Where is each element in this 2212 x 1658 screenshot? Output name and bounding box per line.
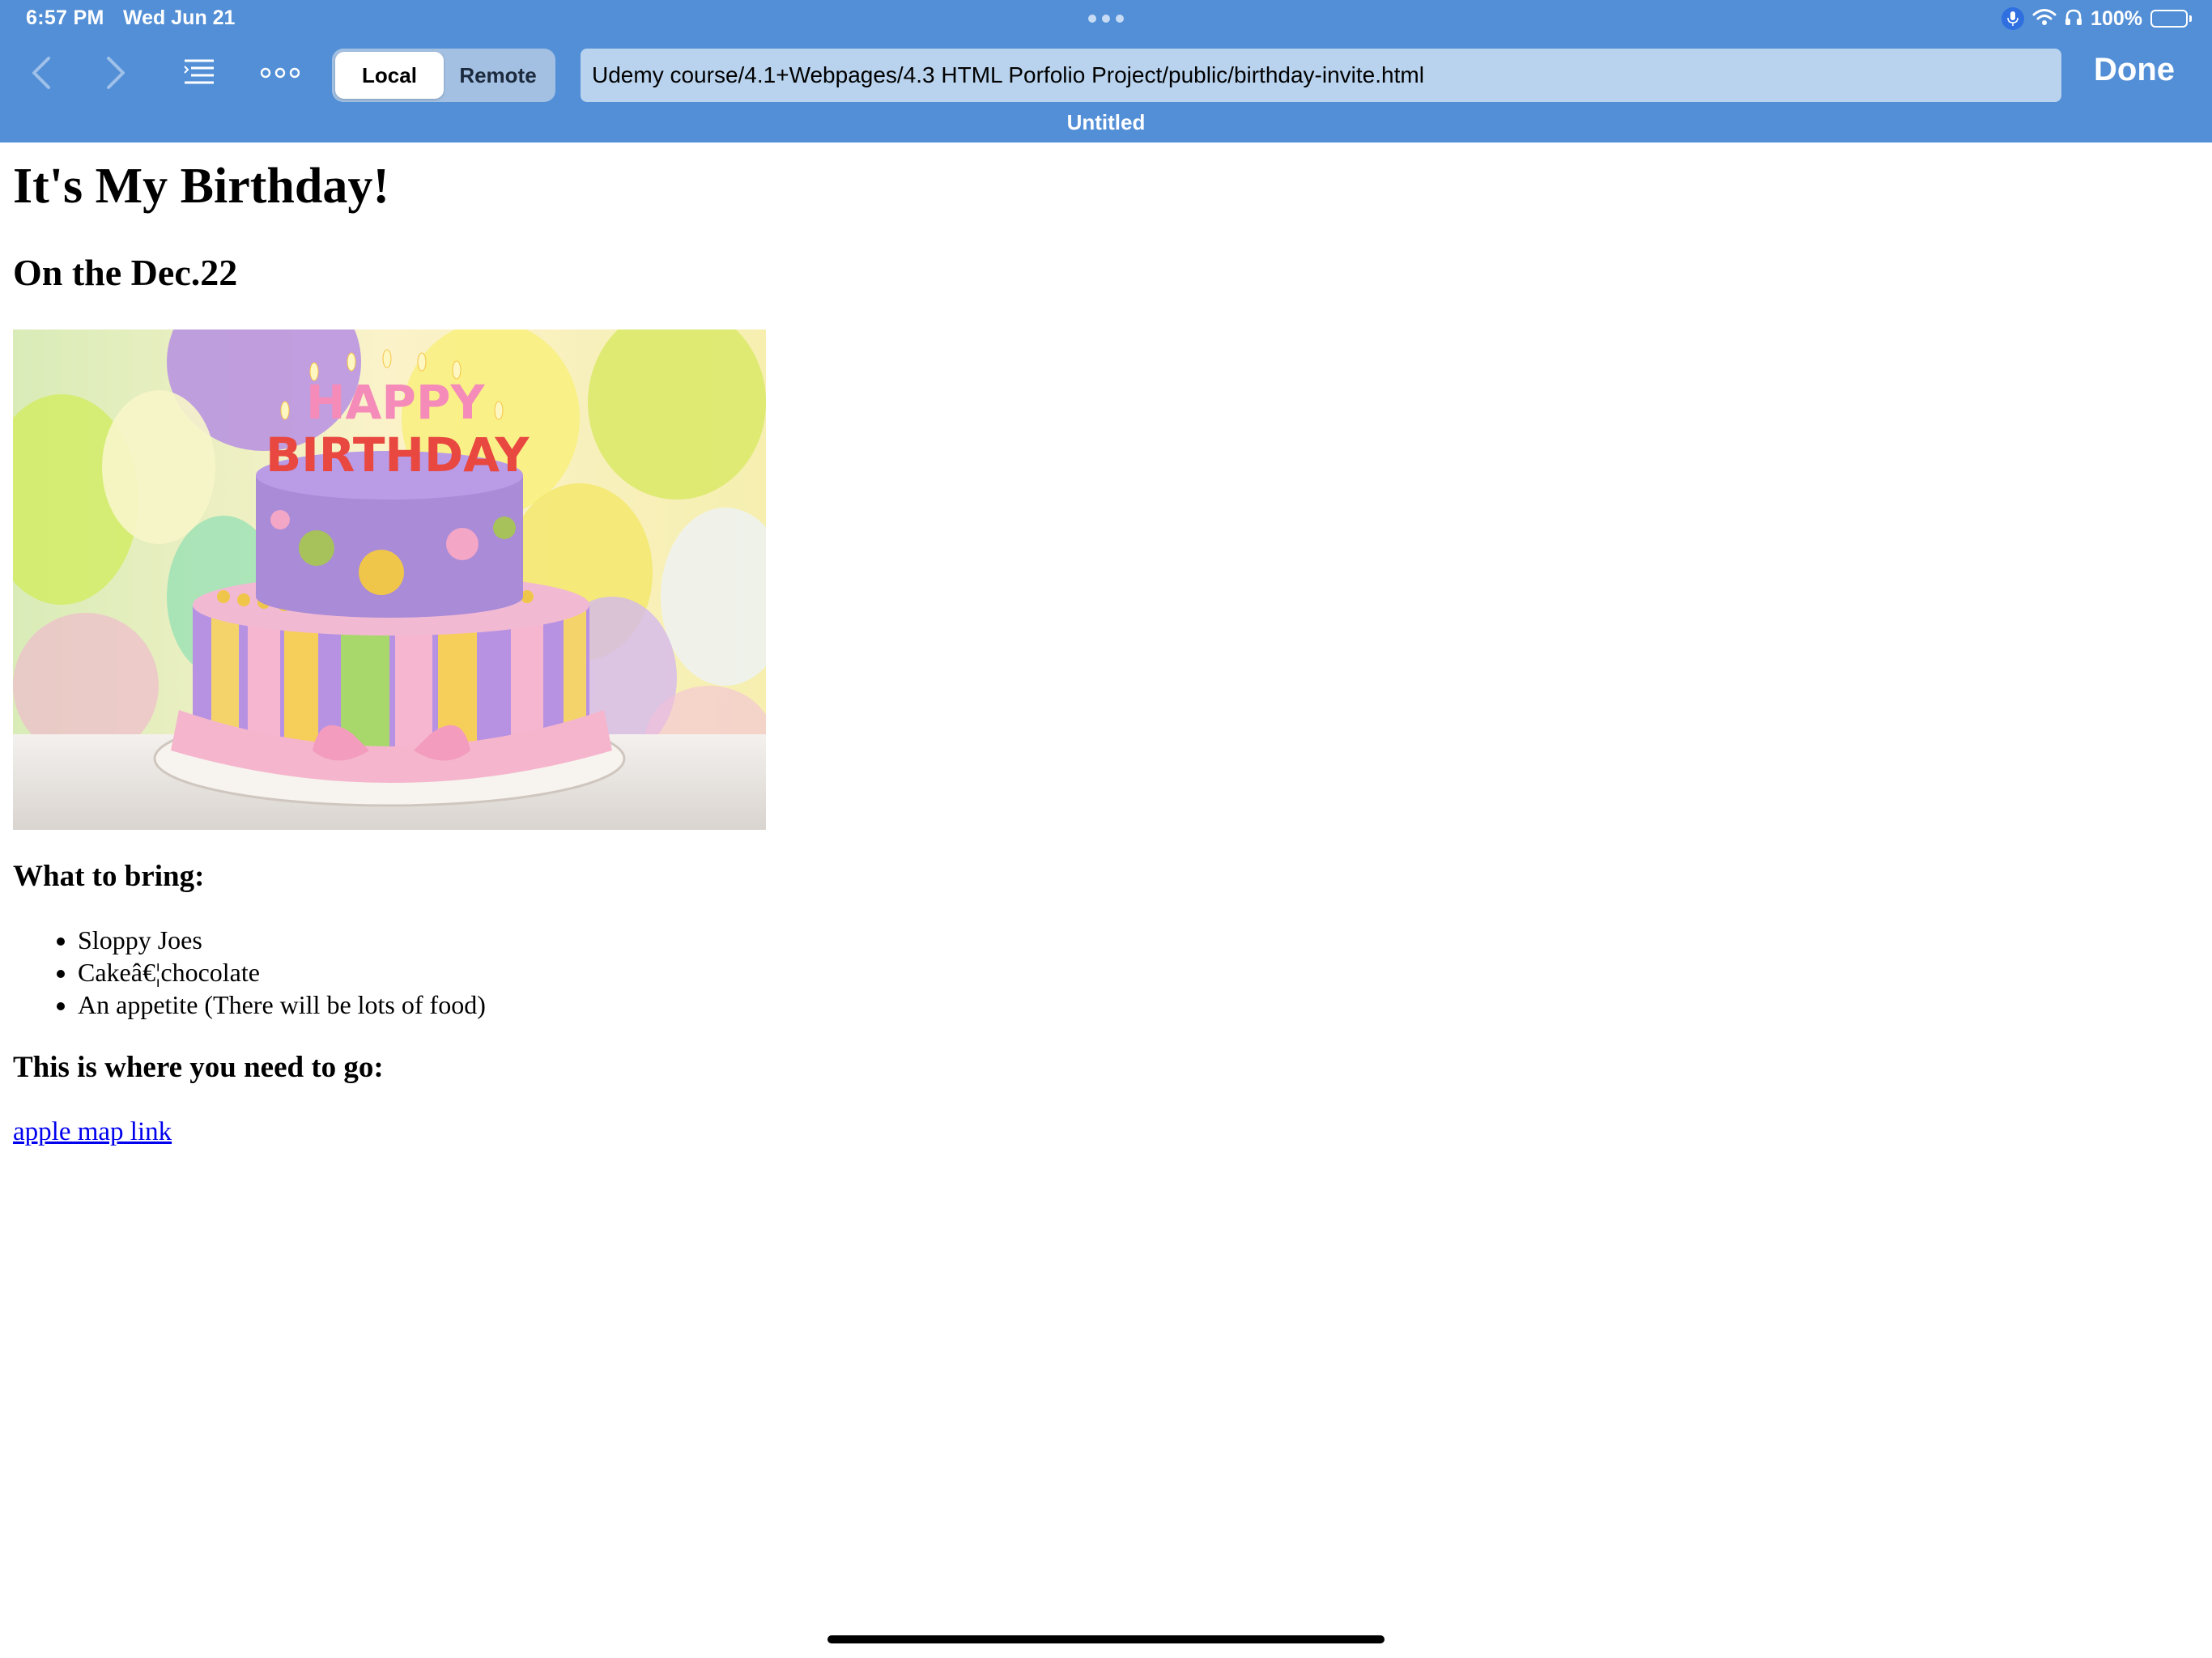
done-button[interactable]: Done: [2094, 52, 2175, 88]
list-item: Cakeâ€¦chocolate: [78, 956, 2199, 988]
home-indicator[interactable]: [827, 1635, 1385, 1643]
segment-remote[interactable]: Remote: [444, 52, 552, 99]
url-field[interactable]: Udemy course/4.1+Webpages/4.3 HTML Porfo…: [581, 49, 2061, 102]
multitasking-dots[interactable]: [1088, 15, 1124, 23]
where-to-go-heading: This is where you need to go:: [13, 1051, 384, 1085]
more-options-icon[interactable]: [260, 65, 300, 81]
battery-percentage: 100%: [2091, 6, 2142, 30]
local-remote-segmented-control[interactable]: Local Remote: [332, 49, 555, 102]
happy-candle-text: HAPPY: [306, 375, 485, 430]
birthday-cake-image: HAPPY BIRTHDAY: [13, 329, 766, 830]
microphone-icon: [2001, 7, 2025, 30]
list-item: An appetite (There will be lots of food): [78, 988, 2199, 1021]
page-subtitle: On the Dec.22: [13, 252, 238, 294]
birthday-candle-text: BIRTHDAY: [266, 427, 530, 483]
status-time: 6:57 PM: [26, 6, 104, 29]
app-toolbar: 6:57 PM Wed Jun 21 100% Local Remote Ude…: [0, 0, 2212, 142]
status-date: Wed Jun 21: [123, 6, 236, 29]
segment-local[interactable]: Local: [335, 52, 444, 99]
list-item: Sloppy Joes: [78, 924, 2199, 956]
document-title: Untitled: [1066, 110, 1146, 134]
wifi-icon: [2032, 8, 2057, 30]
forward-chevron-icon[interactable]: [104, 55, 128, 91]
status-indicators: 100%: [2001, 6, 2192, 31]
what-to-bring-heading: What to bring:: [13, 859, 205, 893]
apple-map-link[interactable]: apple map link: [13, 1117, 172, 1147]
list-icon[interactable]: [183, 58, 215, 87]
bring-list: Sloppy Joes Cakeâ€¦chocolate An appetite…: [13, 924, 2199, 1021]
headphones-icon: [2065, 8, 2082, 30]
back-chevron-icon[interactable]: [29, 55, 53, 91]
battery-icon: [2150, 10, 2192, 28]
page-title: It's My Birthday!: [13, 159, 389, 214]
page-content: It's My Birthday! On the Dec.22 HAPPY BI…: [13, 142, 2199, 1147]
